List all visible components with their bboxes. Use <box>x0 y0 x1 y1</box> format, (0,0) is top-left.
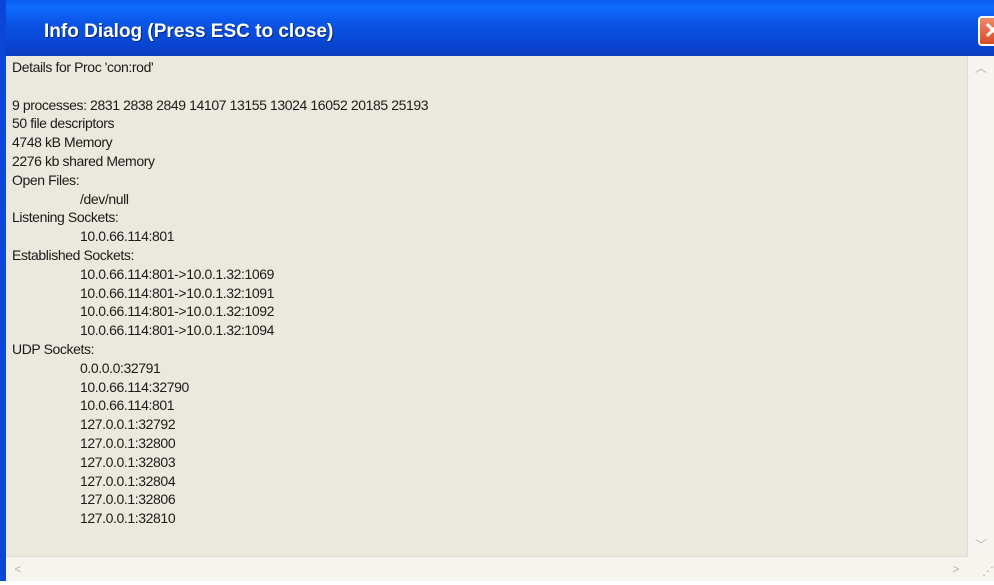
scroll-down-icon[interactable]: ﹀ <box>973 537 989 553</box>
udp-sockets-label: UDP Sockets: <box>12 340 95 357</box>
listening-sockets-label: Listening Sockets: <box>12 209 119 226</box>
details-heading: Details for Proc 'con:rod' <box>12 59 154 75</box>
established-socket-item: 10.0.66.114:801->10.0.1.32:1069 <box>80 265 275 282</box>
udp-socket-item: 127.0.0.1:32800 <box>80 434 176 451</box>
shared-memory-line: 2276 kb shared Memory <box>12 152 155 169</box>
processes-line: 9 processes: 2831 2838 2849 14107 13155 … <box>12 96 429 113</box>
established-sockets-label: Established Sockets: <box>12 246 134 263</box>
dialog-content: Details for Proc 'con:rod' 9 processes: … <box>6 56 994 581</box>
close-icon: ✕ <box>983 18 994 43</box>
open-file-item: /dev/null <box>80 190 129 207</box>
udp-socket-item: 127.0.0.1:32806 <box>80 491 176 508</box>
vertical-scrollbar[interactable]: ︿ ﹀ <box>967 56 994 557</box>
listening-socket-item: 10.0.66.114:801 <box>80 228 175 245</box>
open-files-label: Open Files: <box>12 171 80 188</box>
horizontal-scrollbar[interactable]: < > <box>6 556 968 581</box>
details-text-area[interactable]: Details for Proc 'con:rod' 9 processes: … <box>12 58 968 557</box>
udp-socket-item: 127.0.0.1:32803 <box>80 453 176 470</box>
udp-socket-item: 0.0.0.0:32791 <box>80 359 161 376</box>
file-descriptors-line: 50 file descriptors <box>12 115 115 132</box>
established-socket-item: 10.0.66.114:801->10.0.1.32:1092 <box>80 303 275 320</box>
scroll-left-icon[interactable]: < <box>10 561 26 577</box>
resize-grip-icon[interactable]: ⋰ <box>968 557 994 581</box>
window-title: Info Dialog (Press ESC to close) <box>44 21 334 42</box>
udp-socket-item: 127.0.0.1:32804 <box>80 472 176 489</box>
memory-line: 4748 kB Memory <box>12 134 113 151</box>
close-button[interactable]: ✕ <box>978 16 994 46</box>
title-bar[interactable]: Info Dialog (Press ESC to close) ✕ <box>6 0 994 56</box>
info-dialog-window: Info Dialog (Press ESC to close) ✕ Detai… <box>0 0 994 581</box>
established-socket-item: 10.0.66.114:801->10.0.1.32:1094 <box>80 322 275 339</box>
udp-socket-item: 10.0.66.114:32790 <box>80 378 189 395</box>
udp-socket-item: 10.0.66.114:801 <box>80 397 175 414</box>
scroll-right-icon[interactable]: > <box>948 561 964 577</box>
established-socket-item: 10.0.66.114:801->10.0.1.32:1091 <box>80 284 275 301</box>
udp-socket-item: 127.0.0.1:32810 <box>80 510 176 527</box>
udp-socket-item: 127.0.0.1:32792 <box>80 416 176 433</box>
scroll-up-icon[interactable]: ︿ <box>973 60 989 76</box>
